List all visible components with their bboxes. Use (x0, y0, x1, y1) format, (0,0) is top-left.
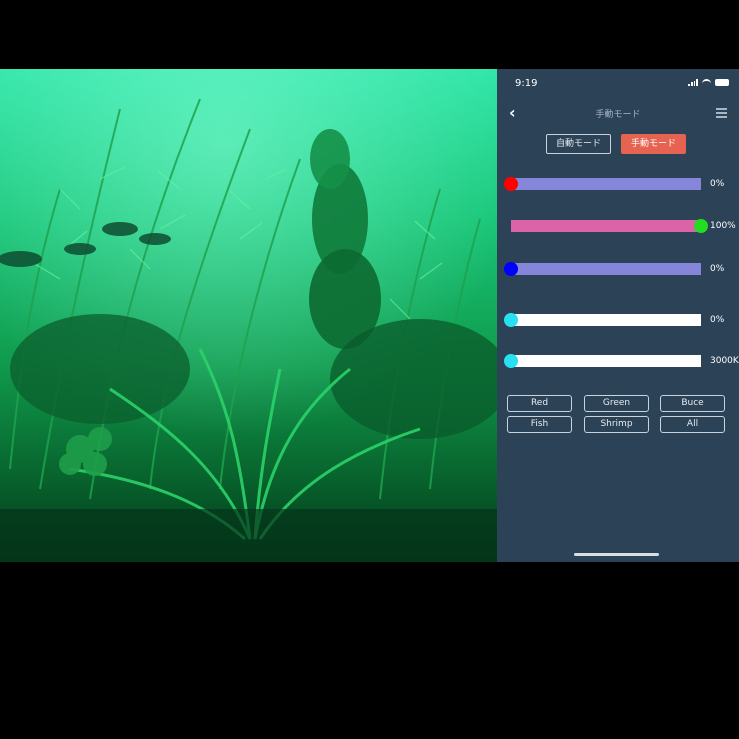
blue-slider[interactable] (504, 262, 701, 276)
preset-fish-button[interactable]: Fish (507, 416, 572, 433)
preset-green-button[interactable]: Green (584, 395, 649, 412)
color-temperature-slider-track[interactable] (511, 355, 701, 367)
preset-buce-button[interactable]: Buce (660, 395, 725, 412)
home-indicator (574, 553, 659, 556)
color-temperature-value: 3000K (710, 356, 739, 366)
wifi-icon (702, 79, 711, 86)
aquarium-illustration (0, 69, 497, 562)
green-slider-knob[interactable] (694, 219, 708, 233)
color-temperature-slider[interactable] (504, 354, 701, 368)
white-slider-track[interactable] (511, 314, 701, 326)
manual-mode-button[interactable]: 手動モード (621, 134, 686, 154)
battery-icon (715, 79, 729, 86)
blue-value: 0% (710, 264, 725, 274)
color-temperature-slider-knob[interactable] (504, 354, 518, 368)
blue-slider-knob[interactable] (504, 262, 518, 276)
red-slider[interactable] (504, 177, 701, 191)
list-icon[interactable] (716, 108, 727, 120)
red-slider-knob[interactable] (504, 177, 518, 191)
preset-all-button[interactable]: All (660, 416, 725, 433)
green-slider-track[interactable] (511, 220, 701, 232)
white-value: 0% (710, 315, 725, 325)
blue-slider-track[interactable] (511, 263, 701, 275)
status-time: 9:19 (515, 78, 538, 89)
preset-red-button[interactable]: Red (507, 395, 572, 412)
aquarium-photo (0, 69, 497, 562)
green-value: 100% (710, 221, 736, 231)
red-value: 0% (710, 179, 725, 189)
page-title: 手動モード (595, 110, 641, 120)
status-icons (688, 79, 729, 86)
status-bar: 9:19 (497, 69, 739, 97)
signal-icon (688, 79, 698, 86)
green-slider[interactable] (511, 219, 708, 233)
app-panel: 9:19 ‹ 手動モード 自動モード 手動モード 0% 100% 0% 0% 3000K… (497, 69, 739, 562)
red-slider-track[interactable] (511, 178, 701, 190)
navigation-bar: ‹ 手動モード (497, 101, 739, 125)
auto-mode-button[interactable]: 自動モード (546, 134, 611, 154)
white-slider-knob[interactable] (504, 313, 518, 327)
white-slider[interactable] (504, 313, 701, 327)
preset-shrimp-button[interactable]: Shrimp (584, 416, 649, 433)
